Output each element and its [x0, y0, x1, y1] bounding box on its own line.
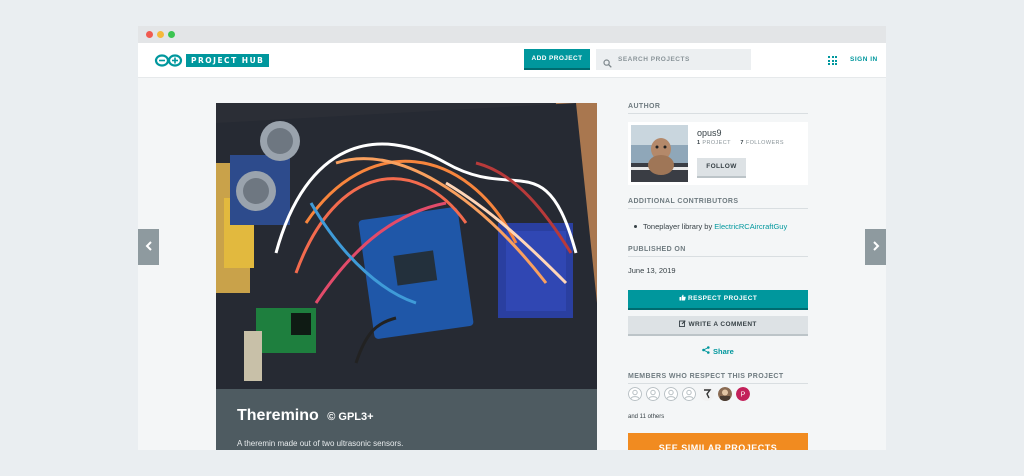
members-avatar-list: P — [628, 387, 750, 401]
window-titlebar — [138, 26, 886, 43]
author-stats: 1 PROJECT 7 FOLLOWERS — [697, 140, 784, 146]
respect-label: RESPECT PROJECT — [688, 295, 758, 302]
search-input[interactable] — [618, 49, 746, 70]
member-initial: P — [741, 392, 746, 399]
search-icon — [603, 55, 612, 68]
contributors-heading: ADDITIONAL CONTRIBUTORS — [628, 198, 808, 209]
author-heading: AUTHOR — [628, 103, 808, 114]
member-avatar[interactable]: P — [736, 387, 750, 401]
project-license[interactable]: © GPL3+ — [327, 411, 373, 423]
author-followers-label[interactable]: FOLLOWERS — [746, 140, 784, 146]
author-followers-count: 7 — [740, 140, 744, 146]
follow-button[interactable]: FOLLOW — [697, 158, 746, 178]
member-avatar[interactable] — [718, 387, 732, 401]
published-heading: PUBLISHED ON — [628, 246, 808, 257]
author-card: opus9 1 PROJECT 7 FOLLOWERS FOLLOW — [628, 122, 808, 185]
author-name[interactable]: opus9 — [697, 128, 722, 138]
apps-grid-icon[interactable] — [828, 56, 837, 65]
sign-in-link[interactable]: SIGN IN — [850, 56, 878, 63]
arduino-infinity-icon — [154, 53, 184, 68]
logo-text: PROJECT HUB — [186, 54, 270, 67]
add-project-button[interactable]: ADD PROJECT — [524, 49, 590, 70]
respect-project-button[interactable]: RESPECT PROJECT — [628, 290, 808, 310]
next-project-button[interactable] — [865, 229, 886, 265]
project-description: A theremin made out of two ultrasonic se… — [237, 439, 404, 448]
write-comment-button[interactable]: WRITE A COMMENT — [628, 316, 808, 336]
member-avatar[interactable] — [628, 387, 642, 401]
member-avatar[interactable] — [700, 387, 714, 401]
close-window-dot[interactable] — [146, 31, 153, 38]
comment-label: WRITE A COMMENT — [688, 321, 757, 328]
members-heading: MEMBERS WHO RESPECT THIS PROJECT — [628, 373, 808, 384]
project-hub-logo[interactable]: PROJECT HUB — [154, 53, 270, 68]
project-caption: Theremino © GPL3+ A theremin made out of… — [216, 389, 597, 450]
minimize-window-dot[interactable] — [157, 31, 164, 38]
author-avatar[interactable] — [631, 125, 688, 182]
share-link[interactable]: Share — [702, 346, 734, 356]
search-box[interactable] — [596, 49, 751, 70]
member-avatar[interactable] — [646, 387, 660, 401]
see-similar-projects-button[interactable]: SEE SIMILAR PROJECTS — [628, 433, 808, 450]
share-label: Share — [713, 346, 734, 356]
maximize-window-dot[interactable] — [168, 31, 175, 38]
bullet-icon — [634, 225, 637, 228]
contributor-item: Toneplayer library by ElectricRCAircraft… — [628, 222, 787, 231]
browser-window: PROJECT HUB ADD PROJECT SIGN IN — [138, 26, 886, 450]
author-projects-count: 1 — [697, 140, 701, 146]
chevron-right-icon — [872, 238, 880, 256]
chevron-left-icon — [145, 238, 153, 256]
author-projects-label[interactable]: PROJECT — [702, 140, 730, 146]
published-date: June 13, 2019 — [628, 266, 676, 275]
thumbs-up-icon — [679, 294, 688, 302]
share-icon — [702, 346, 710, 356]
previous-project-button[interactable] — [138, 229, 159, 265]
member-avatar[interactable] — [664, 387, 678, 401]
contributor-link[interactable]: ElectricRCAircraftGuy — [714, 222, 787, 231]
project-cover-image[interactable] — [216, 103, 597, 389]
member-avatar[interactable] — [682, 387, 696, 401]
project-title: Theremino — [237, 407, 319, 424]
contributor-text: Toneplayer library by — [643, 222, 713, 231]
top-navbar: PROJECT HUB ADD PROJECT SIGN IN — [138, 43, 886, 78]
members-more-count[interactable]: and 11 others — [628, 414, 664, 420]
